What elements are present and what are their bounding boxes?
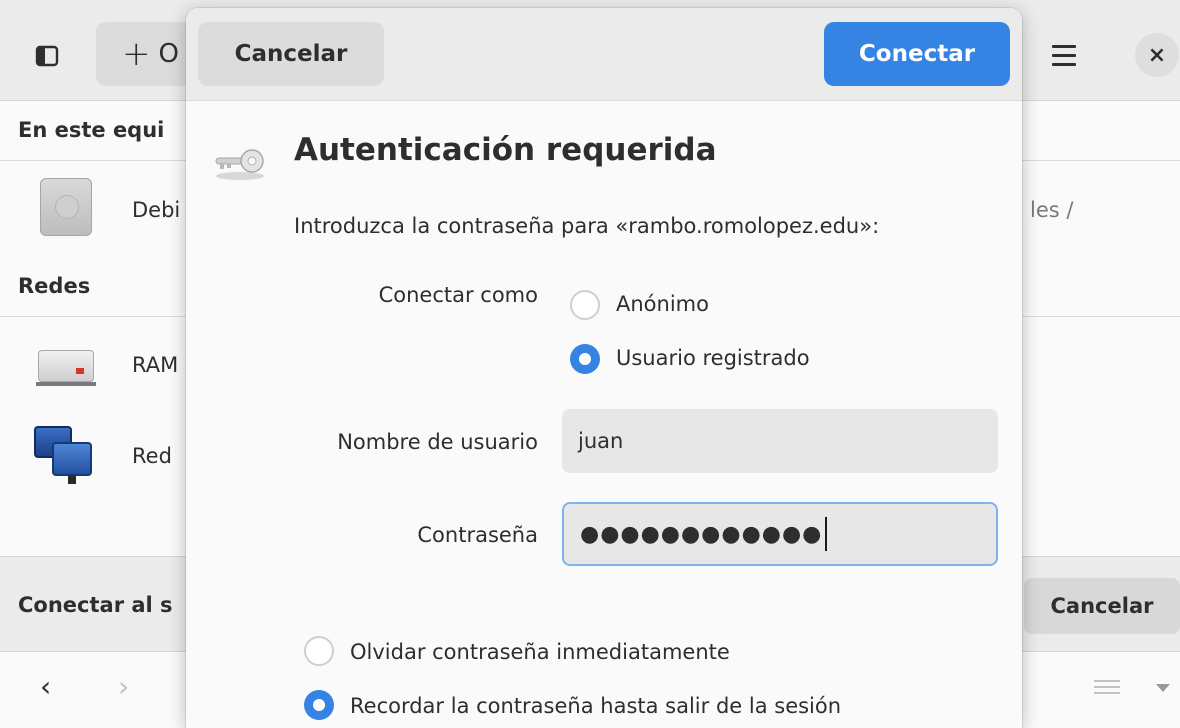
connect-as-label: Conectar como: [378, 283, 538, 307]
breadcrumb: les /: [1030, 198, 1074, 222]
back-arrow-icon[interactable]: ‹: [40, 670, 51, 703]
radio-remember-session[interactable]: [304, 690, 334, 720]
cancel-button[interactable]: Cancelar: [198, 22, 384, 86]
other-locations-label: O: [158, 39, 179, 69]
radio-registered-user-label[interactable]: Usuario registrado: [616, 346, 810, 370]
forward-arrow-icon[interactable]: ›: [118, 670, 129, 703]
close-icon[interactable]: ×: [1135, 33, 1179, 77]
password-field[interactable]: ●●●●●●●●●●●●: [562, 502, 998, 566]
radio-forget-password-label[interactable]: Olvidar contraseña inmediatamente: [350, 640, 730, 664]
network-item-label[interactable]: Red: [132, 444, 172, 468]
dialog-title: Autenticación requerida: [294, 132, 717, 168]
server-item-label[interactable]: RAM: [132, 353, 178, 377]
plus-icon: +: [122, 34, 151, 74]
auth-dialog: Cancelar Conectar Autenticación requerid…: [186, 8, 1022, 728]
radio-anonymous-label[interactable]: Anónimo: [616, 292, 709, 316]
sidebar-toggle-button[interactable]: [33, 42, 61, 70]
connect-button[interactable]: Conectar: [824, 22, 1010, 86]
password-masked-value: ●●●●●●●●●●●●: [580, 521, 823, 547]
text-caret: [825, 517, 828, 551]
hamburger-menu-icon[interactable]: [1044, 35, 1084, 75]
username-field[interactable]: juan: [562, 409, 998, 473]
username-value: juan: [578, 429, 624, 453]
radio-registered-user[interactable]: [570, 344, 600, 374]
sidebar-icon: [35, 45, 59, 67]
section-networks: Redes: [18, 274, 91, 298]
view-dropdown-icon[interactable]: [1156, 684, 1170, 692]
network-workgroup-icon: [34, 426, 96, 488]
username-label: Nombre de usuario: [337, 430, 538, 454]
bottom-cancel-button[interactable]: Cancelar: [1024, 578, 1180, 634]
section-this-computer: En este equi: [18, 118, 165, 142]
key-icon: [215, 149, 264, 180]
list-view-icon[interactable]: [1094, 680, 1120, 700]
radio-forget-password[interactable]: [304, 636, 334, 666]
password-label: Contraseña: [417, 523, 538, 547]
radio-anonymous[interactable]: [570, 290, 600, 320]
connect-to-server-label: Conectar al s: [18, 593, 173, 617]
radio-remember-session-label[interactable]: Recordar la contraseña hasta salir de la…: [350, 694, 841, 718]
dialog-prompt: Introduzca la contraseña para «rambo.rom…: [294, 214, 880, 238]
network-server-icon: [36, 342, 96, 388]
hard-disk-icon: [40, 178, 92, 236]
disk-item-label[interactable]: Debi: [132, 198, 180, 222]
